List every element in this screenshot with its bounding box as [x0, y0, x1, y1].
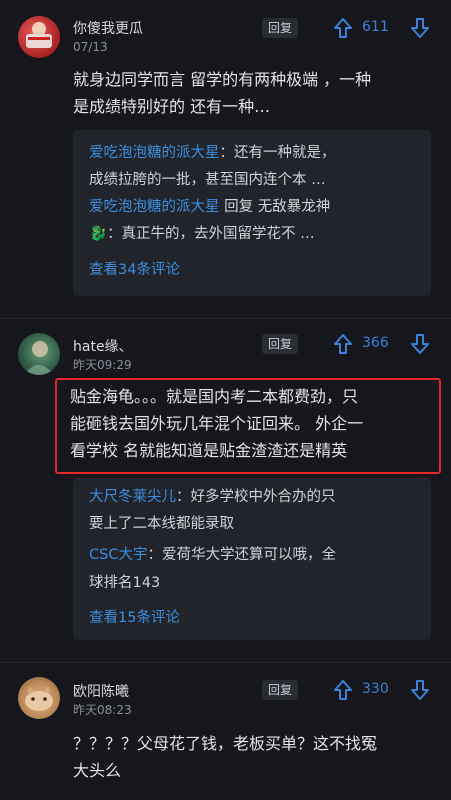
reply-author[interactable]: 爱吃泡泡糖的派大星 [89, 199, 220, 215]
username[interactable]: 你傻我更瓜 [73, 18, 143, 38]
avatar-image [26, 22, 52, 48]
reply-text: 爱荷华大学还算可以哦，全 [161, 547, 336, 563]
username[interactable]: 欧阳陈曦 [73, 681, 129, 701]
timestamp: 07/13 [73, 40, 108, 54]
avatar-image [25, 686, 53, 711]
reply-text: 好多学校中外合办的只 [190, 489, 336, 505]
reply-button[interactable]: 回复 [262, 18, 298, 38]
reply-item[interactable]: 大尺冬莱尖儿：好多学校中外合办的只 [89, 484, 336, 510]
reply-author[interactable]: 大尺冬莱尖儿 [89, 489, 176, 505]
comment-line: ？？？？父母花了钱，老板买单？这不找冤 [73, 734, 378, 753]
dragon-emoji-icon: 🐉 [89, 226, 108, 242]
username[interactable]: hate缘、 [73, 336, 133, 356]
reply-button[interactable]: 回复 [262, 680, 298, 700]
comment-line: 就身边同学而言 留学的有两种极端 ，一种 [73, 70, 372, 89]
reply-text: 还有一种就是， [234, 145, 336, 161]
replies-box: 大尺冬莱尖儿：好多学校中外合办的只 要上了二本线都能录取 CSC大宇：爱荷华大学… [73, 478, 431, 640]
comment-line: 是成绩特别好的 还有一种… [73, 97, 271, 116]
reply-to-label: 回复 无敌暴龙神 [219, 199, 331, 215]
vote-count: 330 [362, 681, 389, 697]
reply-text-continued: 球排名143 [89, 575, 161, 591]
upvote-arrow-icon[interactable] [334, 18, 352, 38]
reply-separator: ： [147, 547, 162, 563]
reply-author[interactable]: CSC大宇 [89, 547, 147, 563]
view-more-comments-link[interactable]: 查看15条评论 [89, 606, 180, 627]
comment-line: 大头么 [73, 761, 122, 780]
downvote-arrow-icon[interactable] [411, 334, 429, 354]
comment-body: ？？？？父母花了钱，老板买单？这不找冤 大头么 [73, 730, 433, 784]
reply-text-continued: 🐉：真正牛的，去外国留学花不 … [89, 221, 315, 247]
upvote-arrow-icon[interactable] [334, 334, 352, 354]
downvote-arrow-icon[interactable] [411, 680, 429, 700]
divider [0, 318, 451, 319]
timestamp: 昨天08:23 [73, 703, 132, 717]
reply-text-continued: 要上了二本线都能录取 [89, 516, 234, 532]
timestamp: 昨天09:29 [73, 358, 132, 372]
reply-item[interactable]: CSC大宇：爱荷华大学还算可以哦，全 [89, 542, 336, 568]
vote-count: 611 [362, 19, 389, 35]
reply-separator: ： [176, 489, 191, 505]
reply-item[interactable]: 爱吃泡泡糖的派大星 回复 无敌暴龙神 [89, 194, 330, 220]
avatar-image [24, 341, 54, 375]
reply-separator: ： [219, 145, 235, 161]
divider [0, 662, 451, 663]
avatar[interactable] [18, 16, 60, 58]
replies-box: 爱吃泡泡糖的派大星：还有一种就是， 成绩拉胯的一批，甚至国内连个本 … 爱吃泡泡… [73, 130, 431, 296]
avatar[interactable] [18, 333, 60, 375]
avatar[interactable] [18, 677, 60, 719]
reply-text-continued: 成绩拉胯的一批，甚至国内连个本 … [89, 172, 326, 188]
reply-button[interactable]: 回复 [262, 334, 298, 354]
vote-count: 366 [362, 335, 389, 351]
upvote-arrow-icon[interactable] [334, 680, 352, 700]
downvote-arrow-icon[interactable] [411, 18, 429, 38]
reply-text: ：真正牛的，去外国留学花不 … [107, 226, 315, 242]
reply-author[interactable]: 爱吃泡泡糖的派大星 [89, 145, 220, 161]
highlight-box [55, 378, 441, 474]
comment-body: 就身边同学而言 留学的有两种极端 ，一种 是成绩特别好的 还有一种… [73, 66, 433, 120]
reply-item[interactable]: 爱吃泡泡糖的派大星：还有一种就是， [89, 140, 336, 166]
view-more-comments-link[interactable]: 查看34条评论 [89, 258, 180, 279]
